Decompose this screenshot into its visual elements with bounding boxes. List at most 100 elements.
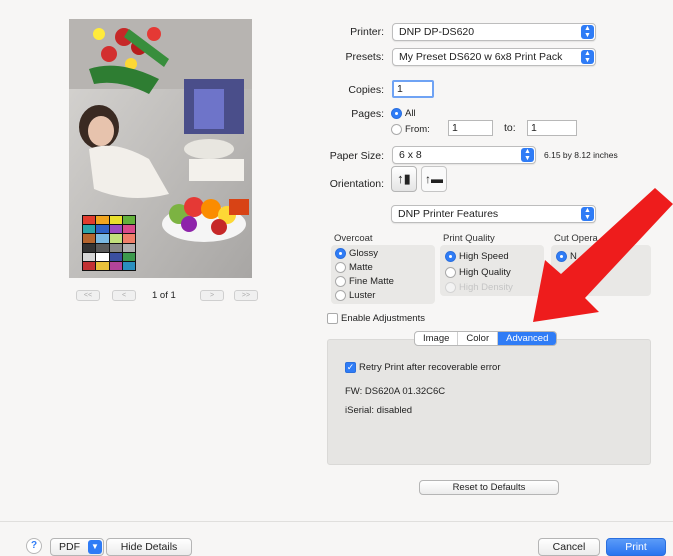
quality-high-density-radio[interactable]: High Density xyxy=(445,281,513,294)
overcoat-matte-radio[interactable]: Matte xyxy=(335,261,373,274)
color-swatch xyxy=(122,216,135,225)
popup-stepper-icon: ▲ ▼ xyxy=(581,25,594,39)
printer-popup[interactable]: DNP DP-DS620 ▲ ▼ xyxy=(392,23,596,41)
presets-value: My Preset DS620 w 6x8 Print Pack xyxy=(399,51,563,63)
paper-size-popup[interactable]: 6 x 8 ▲ ▼ xyxy=(392,146,536,164)
overcoat-fine-matte-radio[interactable]: Fine Matte xyxy=(335,275,394,288)
orientation-label: Orientation: xyxy=(329,178,384,190)
printer-features-value: DNP Printer Features xyxy=(398,208,499,220)
page-indicator: 1 of 1 xyxy=(152,290,176,301)
overcoat-luster-radio[interactable]: Luster xyxy=(335,289,375,302)
color-swatch xyxy=(96,216,109,225)
tab-color[interactable]: Color xyxy=(458,332,499,345)
color-swatch xyxy=(83,261,96,270)
retry-print-label: Retry Print after recoverable error xyxy=(359,362,501,373)
pages-all-label: All xyxy=(405,108,416,119)
color-swatch xyxy=(83,225,96,234)
color-swatch xyxy=(122,252,135,261)
option-label: Matte xyxy=(349,262,373,273)
color-swatch xyxy=(83,243,96,252)
radio-off-icon xyxy=(335,290,346,301)
last-page-button[interactable]: >> xyxy=(234,290,258,301)
color-swatch xyxy=(96,225,109,234)
color-swatch xyxy=(122,243,135,252)
first-page-button[interactable]: << xyxy=(76,290,100,301)
popup-stepper-icon: ▲ ▼ xyxy=(521,148,534,162)
hide-details-button[interactable]: Hide Details xyxy=(106,538,192,556)
prev-page-button[interactable]: < xyxy=(112,290,136,301)
landscape-orientation-button[interactable]: ↑▬ xyxy=(421,166,447,192)
landscape-icon: ↑▬ xyxy=(425,172,443,186)
overcoat-glossy-radio[interactable]: Glossy xyxy=(335,247,378,260)
option-label: Luster xyxy=(349,290,376,301)
paper-size-label: Paper Size: xyxy=(329,150,384,162)
presets-popup[interactable]: My Preset DS620 w 6x8 Print Pack ▲ ▼ xyxy=(392,48,596,66)
arrow-shape xyxy=(533,188,673,322)
color-swatch xyxy=(109,216,122,225)
color-swatch xyxy=(96,252,109,261)
color-swatch xyxy=(96,243,109,252)
color-swatch xyxy=(83,216,96,225)
radio-off-icon xyxy=(391,124,402,135)
color-swatch xyxy=(83,234,96,243)
chevron-down-icon: ▼ xyxy=(88,540,102,554)
print-quality-title: Print Quality xyxy=(443,233,495,244)
color-swatch xyxy=(96,261,109,270)
quality-high-quality-radio[interactable]: High Quality xyxy=(445,266,511,279)
quality-high-speed-radio[interactable]: High Speed xyxy=(445,250,509,263)
paper-dimensions: 6.15 by 8.12 inches xyxy=(544,150,618,160)
checkbox-off-icon xyxy=(327,313,338,324)
paper-size-value: 6 x 8 xyxy=(399,149,422,161)
radio-on-icon xyxy=(335,248,346,259)
option-label: Glossy xyxy=(349,248,379,259)
radio-disabled-icon xyxy=(445,282,456,293)
pages-from-field[interactable]: 1 xyxy=(448,120,493,136)
overcoat-title: Overcoat xyxy=(334,233,373,244)
tab-image[interactable]: Image xyxy=(415,332,459,345)
iserial-status: iSerial: disabled xyxy=(345,405,413,416)
popup-stepper-icon: ▲ ▼ xyxy=(581,50,594,64)
pages-to-field[interactable]: 1 xyxy=(527,120,577,136)
copies-field[interactable]: 1 xyxy=(392,80,434,98)
color-swatch xyxy=(122,234,135,243)
pages-from-label: From: xyxy=(405,124,430,135)
retry-print-checkbox[interactable]: ✓ Retry Print after recoverable error xyxy=(345,361,501,374)
option-label: High Speed xyxy=(459,251,509,262)
overcoat-group: Glossy Matte Fine Matte Luster xyxy=(331,245,435,304)
pages-all-radio[interactable]: All xyxy=(391,107,416,120)
reset-defaults-button[interactable]: Reset to Defaults xyxy=(419,480,559,495)
color-swatch xyxy=(109,225,122,234)
pages-to-label: to: xyxy=(504,122,516,134)
enable-adjustments-checkbox[interactable]: Enable Adjustments xyxy=(327,312,425,325)
radio-off-icon xyxy=(335,276,346,287)
pages-from-radio[interactable]: From: xyxy=(391,123,430,136)
pages-label: Pages: xyxy=(351,108,384,120)
option-label: High Quality xyxy=(459,267,511,278)
printer-label: Printer: xyxy=(350,26,384,38)
radio-off-icon xyxy=(445,267,456,278)
pdf-menu-button[interactable]: PDF ▼ xyxy=(50,538,104,556)
color-swatch xyxy=(109,252,122,261)
annotation-arrow xyxy=(533,188,673,322)
printer-value: DNP DP-DS620 xyxy=(399,26,475,38)
radio-on-icon xyxy=(445,251,456,262)
color-swatch xyxy=(122,261,135,270)
color-swatch xyxy=(109,234,122,243)
footer-divider xyxy=(0,521,673,522)
firmware-version: FW: DS620A 01.32C6C xyxy=(345,386,446,397)
help-button[interactable]: ? xyxy=(26,538,42,554)
color-swatch xyxy=(109,261,122,270)
option-label: High Density xyxy=(459,282,513,293)
color-swatch xyxy=(122,225,135,234)
advanced-panel: ✓ Retry Print after recoverable error FW:… xyxy=(327,339,651,465)
pdf-label: PDF xyxy=(59,541,80,553)
color-swatch xyxy=(109,243,122,252)
print-preview xyxy=(69,19,252,278)
next-page-button[interactable]: > xyxy=(200,290,224,301)
portrait-orientation-button[interactable]: ↑▮ xyxy=(391,166,417,192)
print-button[interactable]: Print xyxy=(606,538,666,556)
cancel-button[interactable]: Cancel xyxy=(538,538,600,556)
color-swatch xyxy=(83,252,96,261)
option-label: Fine Matte xyxy=(349,276,394,287)
color-checker xyxy=(82,215,136,271)
